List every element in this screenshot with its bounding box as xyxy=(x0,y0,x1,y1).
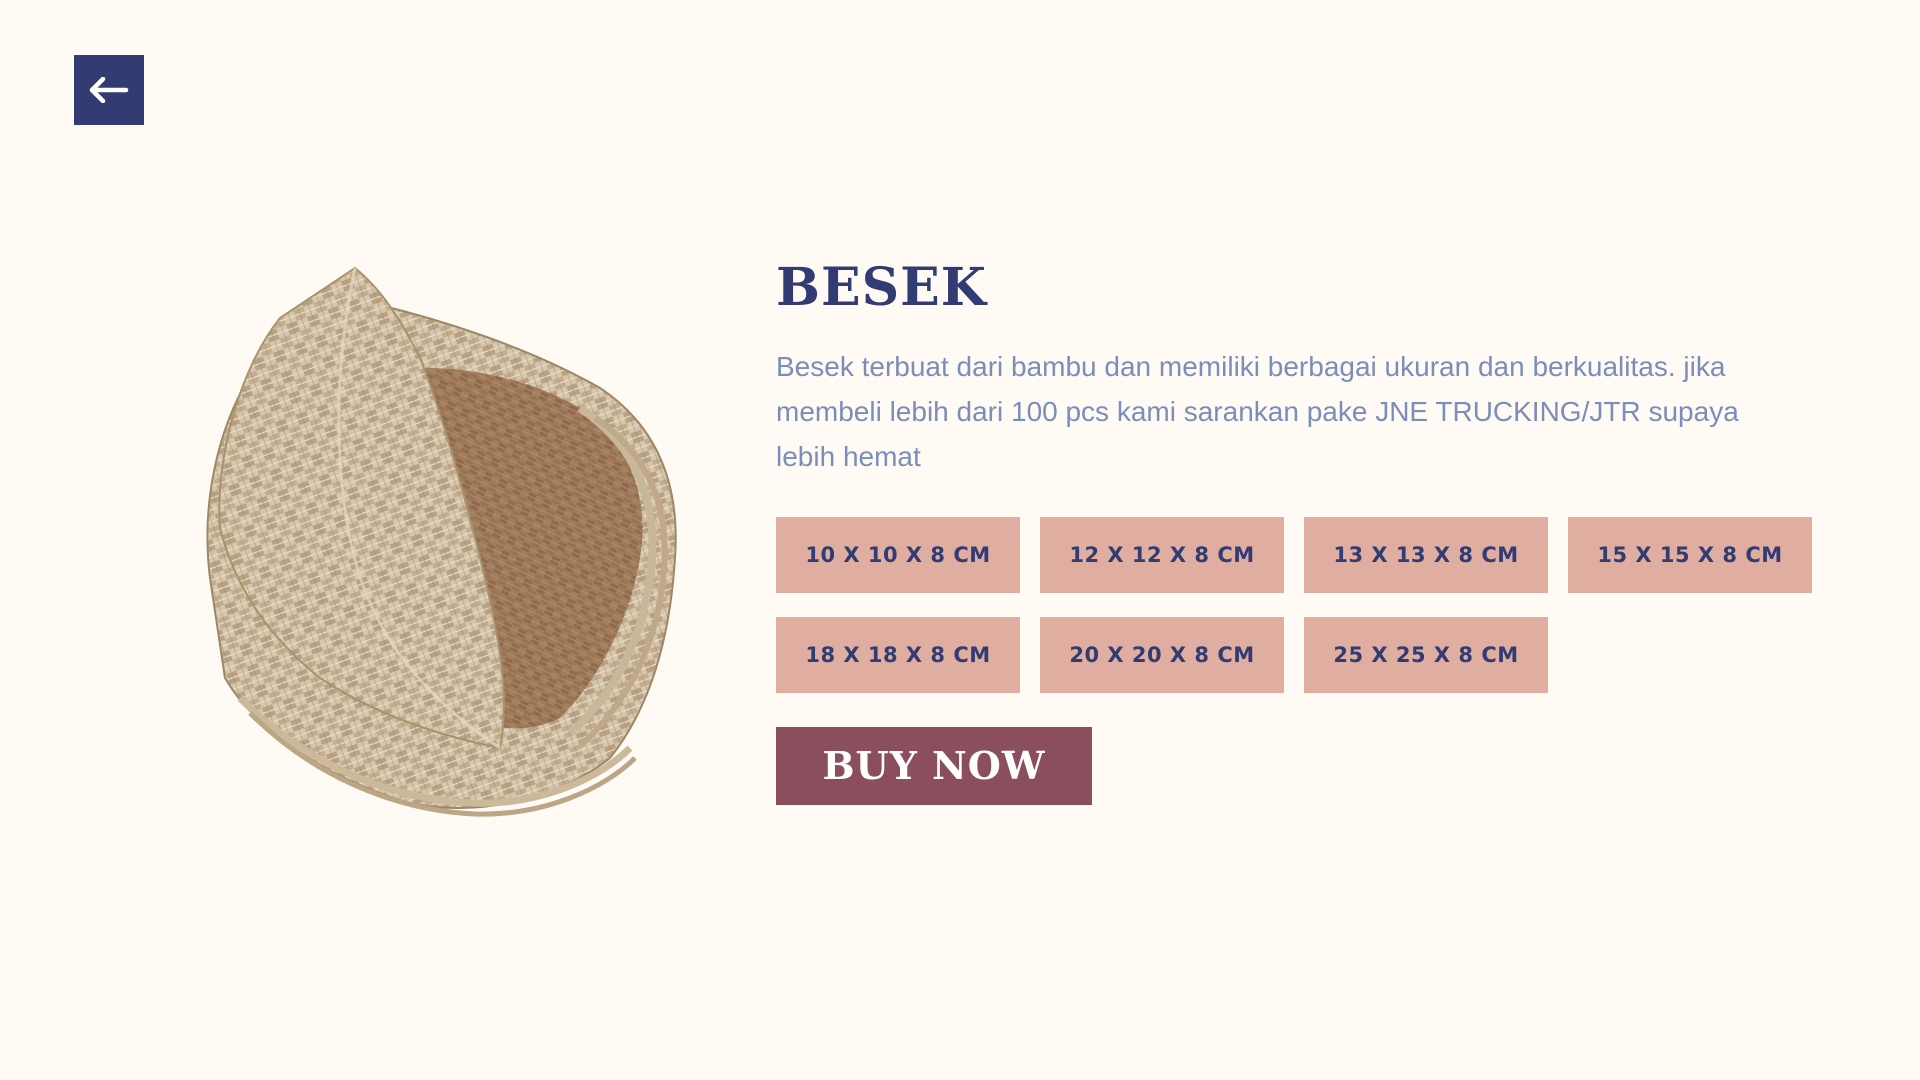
size-option-15[interactable]: 15 X 15 X 8 CM xyxy=(1568,516,1812,593)
size-option-25[interactable]: 25 X 25 X 8 CM xyxy=(1304,616,1548,693)
product-info: BESEK Besek terbuat dari bambu dan memil… xyxy=(776,258,1856,805)
size-option-12[interactable]: 12 X 12 X 8 CM xyxy=(1040,516,1284,593)
product-image xyxy=(180,258,700,818)
arrow-left-icon xyxy=(89,77,129,103)
product-description: Besek terbuat dari bambu dan memiliki be… xyxy=(776,350,1739,472)
product-page: BESEK Besek terbuat dari bambu dan memil… xyxy=(0,0,1920,1080)
size-option-10[interactable]: 10 X 10 X 8 CM xyxy=(776,516,1020,593)
size-options: 10 X 10 X 8 CM 12 X 12 X 8 CM 13 X 13 X … xyxy=(776,516,1856,693)
size-option-13[interactable]: 13 X 13 X 8 CM xyxy=(1304,516,1548,593)
back-button[interactable] xyxy=(74,55,144,125)
size-option-20[interactable]: 20 X 20 X 8 CM xyxy=(1040,616,1284,693)
buy-now-button[interactable]: BUY NOW xyxy=(776,726,1092,805)
size-option-18[interactable]: 18 X 18 X 8 CM xyxy=(776,616,1020,693)
product-title: BESEK xyxy=(776,257,987,318)
